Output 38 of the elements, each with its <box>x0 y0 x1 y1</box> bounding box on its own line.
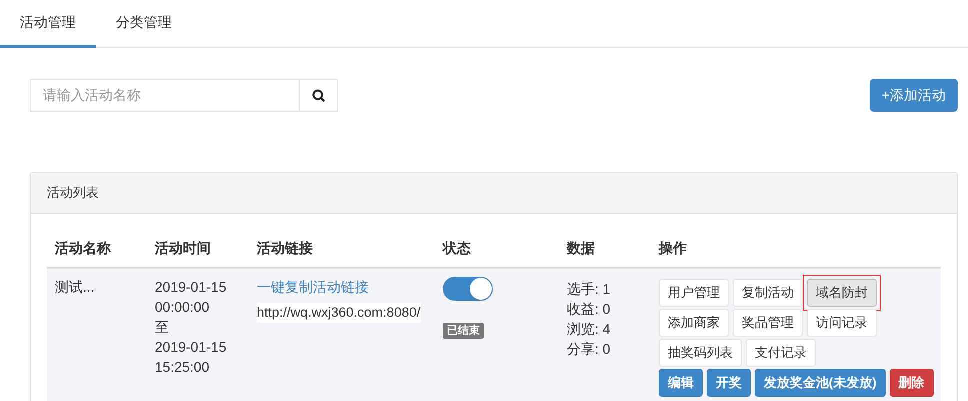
time-text: 2019-01-15 <box>155 338 228 357</box>
action-button[interactable]: 发放奖金池(未发放) <box>755 369 886 397</box>
search-field[interactable]: 请输入活动名称 <box>30 79 300 112</box>
column-header: 数据 <box>566 239 596 258</box>
time-text: 2019-01-15 <box>155 278 228 297</box>
column-header: 活动名称 <box>54 239 112 258</box>
stat-text: 浏览: 4 <box>567 320 612 339</box>
column-header: 状态 <box>442 239 472 258</box>
time-text: 至 <box>155 318 170 337</box>
column-header: 操作 <box>658 239 688 258</box>
action-button[interactable]: 奖品管理 <box>733 309 803 337</box>
search-icon <box>312 88 326 102</box>
stat-text: 分享: 0 <box>567 340 612 359</box>
toggle-switch[interactable] <box>443 277 493 301</box>
action-button[interactable]: 编辑 <box>659 369 703 397</box>
url-text: http://wq.wxj360.com:8080/ <box>257 303 421 323</box>
action-button[interactable]: 删除 <box>890 369 934 397</box>
action-button[interactable]: 抽奖码列表 <box>659 339 742 367</box>
action-button[interactable]: 添加商家 <box>659 309 729 337</box>
stat-text: 收益: 0 <box>567 300 612 319</box>
tab[interactable]: 分类管理 <box>96 0 192 48</box>
action-button[interactable]: 访问记录 <box>807 309 877 337</box>
search-button[interactable] <box>300 79 338 112</box>
tab[interactable]: 活动管理 <box>0 0 96 48</box>
action-button[interactable]: 复制活动 <box>733 279 803 307</box>
time-text: 15:25:00 <box>155 358 210 377</box>
time-text: 00:00:00 <box>155 298 210 317</box>
column-header: 活动时间 <box>154 239 212 258</box>
action-button[interactable]: 域名防封 <box>807 279 877 307</box>
action-button[interactable]: 用户管理 <box>659 279 729 307</box>
panel-header: 活动列表 <box>31 173 957 214</box>
action-button[interactable]: 开奖 <box>707 369 751 397</box>
name-cell-text: 测试... <box>54 278 96 297</box>
add-button[interactable]: +添加活动 <box>870 79 958 112</box>
stat-text: 选手: 1 <box>567 280 612 299</box>
action-button[interactable]: 支付记录 <box>746 339 816 367</box>
status-badge: 已结束 <box>443 323 484 339</box>
column-header: 活动链接 <box>256 239 314 258</box>
